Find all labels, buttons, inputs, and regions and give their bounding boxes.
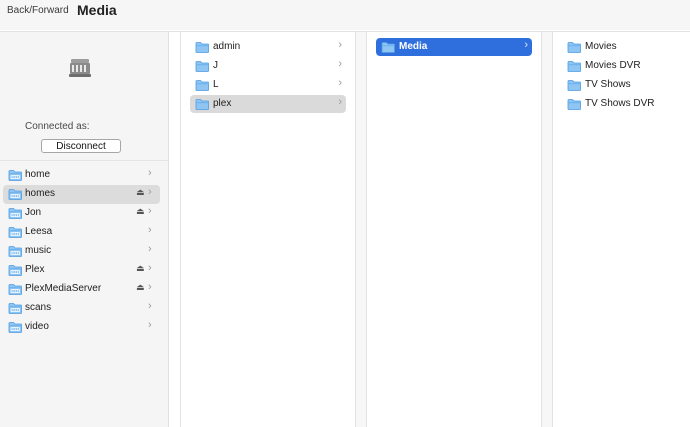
column-homes: admin › J › L › plex ›	[181, 32, 355, 427]
folder-icon	[567, 80, 581, 91]
folder-icon	[195, 80, 209, 91]
shared-folder-icon	[8, 246, 22, 257]
shared-folder-icon	[8, 303, 22, 314]
column-divider	[180, 32, 181, 427]
folder-item-admin[interactable]: admin ›	[190, 38, 346, 56]
folder-label: Media	[399, 41, 428, 52]
eject-icon[interactable]: ⏏	[136, 263, 145, 274]
folder-icon	[567, 42, 581, 53]
column-gutter	[356, 32, 366, 427]
folder-item-tv-shows[interactable]: TV Shows	[562, 76, 682, 94]
chevron-right-icon: ›	[148, 205, 152, 217]
shared-folder-icon	[8, 189, 22, 200]
folder-label: TV Shows DVR	[585, 98, 655, 109]
toolbar: Back/Forward Media	[0, 0, 690, 30]
sidebar-divider	[0, 160, 168, 161]
sidebar-item-homes[interactable]: homes ⏏ ›	[3, 185, 160, 204]
chevron-right-icon: ›	[148, 224, 152, 236]
folder-item-plex[interactable]: plex ›	[190, 95, 346, 113]
shared-folder-icon	[8, 227, 22, 238]
folder-label: admin	[213, 41, 241, 52]
folder-item-movies-dvr[interactable]: Movies DVR	[562, 57, 682, 75]
sidebar-item-label: home	[25, 169, 51, 180]
shared-folder-icon	[8, 208, 22, 219]
folder-label: plex	[213, 98, 232, 109]
sidebar-item-leesa[interactable]: Leesa ›	[3, 223, 160, 242]
chevron-right-icon: ›	[148, 262, 152, 274]
chevron-right-icon: ›	[148, 186, 152, 198]
sidebar-list: home › homes ⏏ › Jon ⏏ › Leesa › music › Plex ⏏ › PlexM…	[0, 166, 168, 337]
column-plex: Media ›	[367, 32, 541, 427]
folder-icon	[195, 99, 209, 110]
chevron-right-icon: ›	[524, 39, 528, 51]
folder-item-j[interactable]: J ›	[190, 57, 346, 75]
chevron-right-icon: ›	[148, 243, 152, 255]
folder-label: L	[213, 79, 219, 90]
folder-icon	[381, 42, 395, 53]
sidebar-item-video[interactable]: video ›	[3, 318, 160, 337]
chevron-right-icon: ›	[338, 58, 342, 70]
sidebar-item-label: PlexMediaServer	[25, 283, 102, 294]
eject-icon[interactable]: ⏏	[136, 187, 145, 198]
chevron-right-icon: ›	[338, 39, 342, 51]
shared-folder-icon	[8, 170, 22, 181]
sidebar-item-label: music	[25, 245, 52, 256]
chevron-right-icon: ›	[148, 300, 152, 312]
folder-icon	[567, 99, 581, 110]
server-info-panel: Connected as: Disconnect	[0, 32, 168, 160]
folder-item-l[interactable]: L ›	[190, 76, 346, 94]
sidebar-item-label: Plex	[25, 264, 45, 275]
shared-folder-icon	[8, 265, 22, 276]
sidebar-item-label: video	[25, 321, 49, 332]
sidebar-item-label: homes	[25, 188, 56, 199]
sidebar-item-music[interactable]: music ›	[3, 242, 160, 261]
folder-icon	[195, 61, 209, 72]
sidebar-item-scans[interactable]: scans ›	[3, 299, 160, 318]
sidebar: Connected as: Disconnect home › homes ⏏ › Jon…	[0, 32, 169, 427]
sidebar-item-label: Leesa	[25, 226, 53, 237]
sidebar-item-home[interactable]: home ›	[3, 166, 160, 185]
folder-item-tv-shows-dvr[interactable]: TV Shows DVR	[562, 95, 682, 113]
sidebar-item-plexmediaserver[interactable]: PlexMediaServer ⏏ ›	[3, 280, 160, 299]
column-gutter	[542, 32, 552, 427]
column-media: Movies Movies DVR TV Shows TV Shows DVR	[553, 32, 690, 427]
chevron-right-icon: ›	[338, 77, 342, 89]
server-icon	[69, 59, 91, 77]
chevron-right-icon: ›	[148, 167, 152, 179]
chevron-right-icon: ›	[148, 319, 152, 331]
sidebar-item-plex[interactable]: Plex ⏏ ›	[3, 261, 160, 280]
eject-icon[interactable]: ⏏	[136, 282, 145, 293]
sidebar-item-label: scans	[25, 302, 52, 313]
chevron-right-icon: ›	[338, 96, 342, 108]
folder-item-media[interactable]: Media ›	[376, 38, 532, 56]
folder-label: J	[213, 60, 218, 71]
sidebar-item-label: Jon	[25, 207, 42, 218]
sidebar-item-jon[interactable]: Jon ⏏ ›	[3, 204, 160, 223]
window-title: Media	[77, 2, 117, 18]
folder-item-movies[interactable]: Movies	[562, 38, 682, 56]
shared-folder-icon	[8, 284, 22, 295]
folder-icon	[567, 61, 581, 72]
folder-label: Movies	[585, 41, 617, 52]
folder-label: Movies DVR	[585, 60, 641, 71]
folder-icon	[195, 42, 209, 53]
chevron-right-icon: ›	[148, 281, 152, 293]
back-forward-button[interactable]: Back/Forward	[7, 5, 69, 16]
folder-label: TV Shows	[585, 79, 631, 90]
shared-folder-icon	[8, 322, 22, 333]
connected-as-label: Connected as:	[25, 121, 90, 132]
eject-icon[interactable]: ⏏	[136, 206, 145, 217]
disconnect-button[interactable]: Disconnect	[41, 139, 121, 153]
